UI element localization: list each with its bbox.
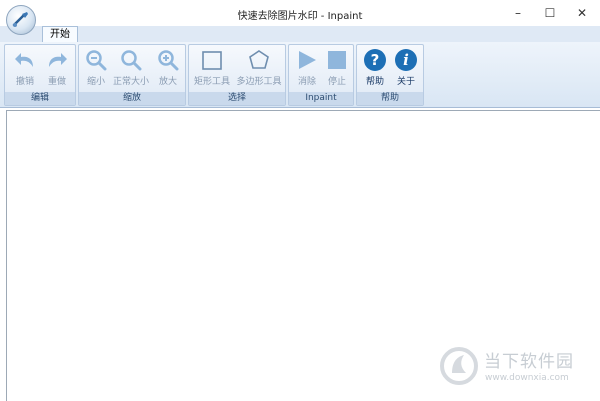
erase-button[interactable]: 消除 <box>293 48 321 90</box>
group-edit: 撤销 重做 编辑 <box>4 44 76 106</box>
polygon-icon <box>249 50 269 69</box>
undo-label: 撤销 <box>15 77 34 87</box>
polygon-tool-button[interactable]: 多边形工具 <box>235 48 283 90</box>
polygon-tool-label: 多边形工具 <box>236 77 282 87</box>
rect-tool-label: 矩形工具 <box>193 77 230 87</box>
play-icon <box>299 51 316 69</box>
undo-button[interactable]: 撤销 <box>11 48 39 90</box>
maximize-button[interactable]: ☐ <box>534 0 566 26</box>
ribbon-tab-strip: 开始 <box>0 26 600 42</box>
close-icon: ✕ <box>576 6 588 20</box>
watermark-name: 当下软件园 <box>484 352 574 372</box>
info-icon: i <box>395 49 417 71</box>
group-help: ? 帮助 i 关于 帮助 <box>356 44 424 106</box>
magnifier-icon <box>121 50 142 71</box>
rect-tool-button[interactable]: 矩形工具 <box>192 48 232 90</box>
zoom-in-button[interactable]: 放大 <box>155 48 181 90</box>
group-help-label: 帮助 <box>357 92 423 105</box>
stop-button[interactable]: 停止 <box>323 48 351 90</box>
zoom-out-button[interactable]: 缩小 <box>83 48 109 90</box>
group-select: 矩形工具 多边形工具 选择 <box>188 44 286 106</box>
question-icon: ? <box>364 49 386 71</box>
maximize-icon: ☐ <box>544 6 556 20</box>
zoom-normal-button[interactable]: 正常大小 <box>111 48 151 90</box>
tab-start[interactable]: 开始 <box>42 26 78 42</box>
stop-label: 停止 <box>327 77 346 87</box>
minimize-button[interactable]: – <box>502 0 534 26</box>
zoom-normal-label: 正常大小 <box>112 77 149 87</box>
group-zoom: 缩小 正常大小 放大 缩放 <box>78 44 186 106</box>
close-button[interactable]: ✕ <box>566 0 598 26</box>
group-zoom-label: 缩放 <box>79 92 185 105</box>
zoom-in-icon <box>158 50 179 71</box>
redo-button[interactable]: 重做 <box>43 48 71 90</box>
watermark: 当下软件园 www.downxia.com <box>436 341 600 401</box>
app-menu-button[interactable] <box>6 5 36 35</box>
ribbon: 撤销 重做 编辑 缩小 正常大小 放大 缩放 矩形工具 多边形工具 选择 消除 … <box>0 42 600 108</box>
watermark-url: www.downxia.com <box>485 373 569 383</box>
group-inpaint-label: Inpaint <box>289 92 353 105</box>
about-button[interactable]: i 关于 <box>392 48 420 90</box>
svg-text:i: i <box>403 51 409 69</box>
watermark-logo-icon <box>440 347 478 385</box>
redo-label: 重做 <box>47 77 66 87</box>
zoom-out-icon <box>86 50 107 71</box>
minimize-icon: – <box>515 6 521 20</box>
erase-label: 消除 <box>297 77 316 87</box>
svg-text:?: ? <box>371 51 380 69</box>
zoom-in-label: 放大 <box>158 77 177 87</box>
zoom-out-label: 缩小 <box>86 77 105 87</box>
brush-icon <box>12 12 28 27</box>
redo-icon <box>49 53 67 67</box>
title-bar: 快速去除图片水印 - Inpaint – ☐ ✕ <box>0 0 600 28</box>
group-edit-label: 编辑 <box>5 92 75 105</box>
group-select-label: 选择 <box>189 92 285 105</box>
group-inpaint: 消除 停止 Inpaint <box>288 44 354 106</box>
rectangle-icon <box>202 51 222 70</box>
stop-icon <box>328 51 346 69</box>
help-label: 帮助 <box>365 77 384 87</box>
help-button[interactable]: ? 帮助 <box>361 48 389 90</box>
undo-icon <box>15 53 33 67</box>
about-label: 关于 <box>396 77 415 87</box>
